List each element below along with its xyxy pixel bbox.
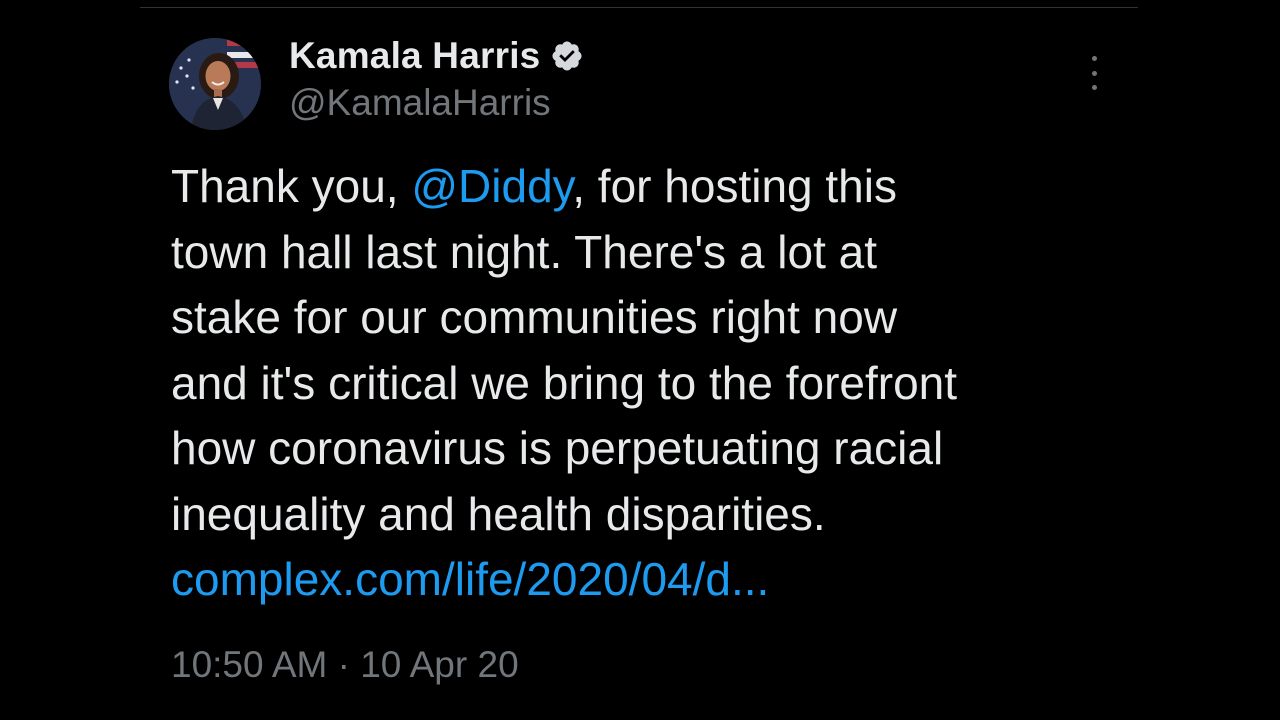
tweet-text: Thank you, @Diddy, for hosting this town… [171,154,1131,613]
timestamp-separator: · [327,644,361,685]
verified-badge-icon [552,41,582,71]
tweet-text-line: complex.com/life/2020/04/d... [171,547,1131,613]
tweet-text-segment: Thank you, [171,160,412,212]
author-handle[interactable]: @KamalaHarris [289,82,551,124]
more-options-dot [1091,70,1097,76]
tweet-text-line: stake for our communities right now [171,291,898,343]
tweet-text-line: inequality and health disparities. [171,487,826,540]
more-options-dot [1091,85,1097,90]
external-link[interactable]: complex.com/life/2020/04/d... [171,553,769,605]
tweet-text-segment: , for hosting this [572,160,897,212]
more-options-dot [1091,56,1097,61]
tweet-card[interactable]: Kamala Harris @KamalaHarris Thank you, @… [0,0,1280,720]
mention-link[interactable]: @Diddy [411,160,572,212]
avatar-image [169,38,261,130]
tweet-timestamp[interactable]: 10:50 AM · 10 Apr 20 [171,644,519,686]
author-display-name[interactable]: Kamala Harris [289,35,540,77]
tweet-date[interactable]: 10 Apr 20 [360,644,518,685]
tweet-text-line: town hall last night. There's a lot at [171,225,877,278]
tweet-text-line: Thank you, @Diddy, for hosting this [171,154,1131,220]
tweet-text-line: how coronavirus is perpetuating racial [171,422,944,474]
avatar[interactable] [169,38,261,130]
author-name-row[interactable]: Kamala Harris [289,34,584,78]
more-options-button[interactable] [1082,56,1106,90]
tweet-text-line: and it's critical we bring to the forefr… [171,356,958,409]
tweet-time[interactable]: 10:50 AM [171,644,327,685]
